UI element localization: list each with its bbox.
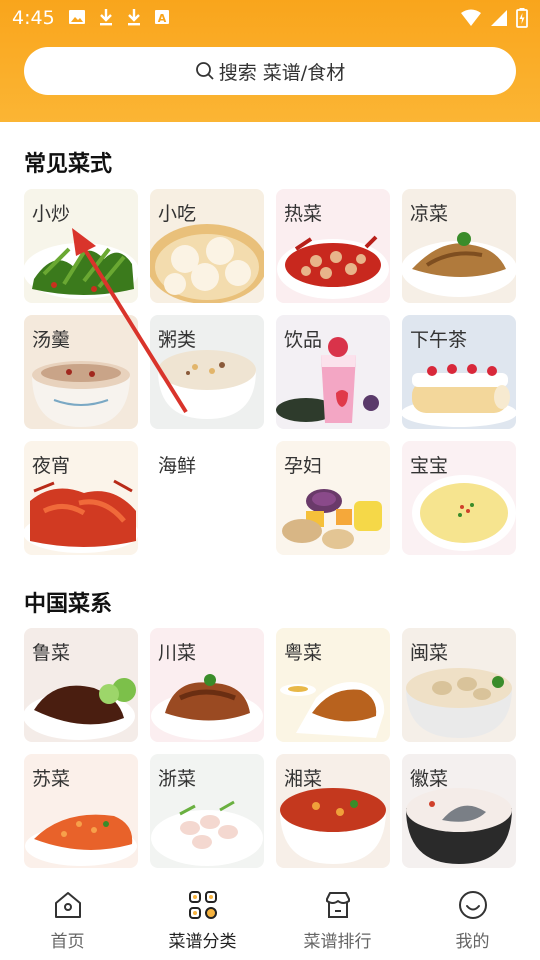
tab-label: 菜谱分类 — [168, 932, 237, 952]
category-tile-stirfry[interactable]: 小炒 — [24, 189, 138, 303]
category-tile-lu-cuisine[interactable]: 鲁菜 — [24, 628, 138, 742]
category-label: 川菜 — [158, 642, 197, 664]
category-label: 汤羹 — [32, 329, 71, 351]
category-label: 鲁菜 — [32, 642, 71, 664]
battery-icon — [516, 8, 528, 28]
bottom-tab-bar: 首页 菜谱分类 菜谱排行 我的 — [0, 877, 540, 960]
category-label: 粥类 — [158, 329, 197, 351]
category-label: 宝宝 — [410, 455, 449, 477]
tab-home[interactable]: 首页 — [0, 877, 135, 960]
category-tile-xiang-cuisine[interactable]: 湘菜 — [276, 754, 390, 868]
search-placeholder: 搜索 菜谱/食材 — [218, 61, 346, 84]
category-label: 海鲜 — [158, 455, 197, 477]
category-label: 徽菜 — [410, 768, 449, 790]
category-label: 小吃 — [158, 203, 197, 225]
smile-icon — [458, 891, 487, 919]
category-label: 湘菜 — [284, 768, 323, 790]
status-time: 4:45 — [12, 7, 55, 29]
category-label: 饮品 — [284, 329, 323, 351]
svg-text:A: A — [158, 12, 167, 25]
download-icon — [100, 9, 112, 26]
home-icon — [54, 892, 81, 918]
download-icon — [128, 9, 140, 26]
tab-recipe-ranking[interactable]: 菜谱排行 — [270, 877, 405, 960]
category-tile-snack[interactable]: 小吃 — [150, 189, 264, 303]
category-label: 夜宵 — [32, 455, 71, 477]
category-tile-pregnant[interactable]: 孕妇 — [276, 441, 390, 555]
category-tile-seafood[interactable]: 海鲜 — [150, 441, 264, 555]
category-label: 孕妇 — [284, 455, 323, 477]
header: 4:45 A 搜索 菜谱/食材 — [0, 0, 540, 122]
category-tile-su-cuisine[interactable]: 苏菜 — [24, 754, 138, 868]
category-label: 凉菜 — [410, 203, 449, 225]
tab-recipe-category[interactable]: 菜谱分类 — [135, 877, 270, 960]
category-tile-cold-dish[interactable]: 凉菜 — [402, 189, 516, 303]
category-tile-chuan-cuisine[interactable]: 川菜 — [150, 628, 264, 742]
section-title-cuisine: 中国菜系 — [24, 592, 113, 617]
category-icon — [188, 891, 217, 919]
wifi-icon — [461, 9, 481, 26]
category-label: 浙菜 — [158, 768, 197, 790]
category-tile-baby[interactable]: 宝宝 — [402, 441, 516, 555]
search-icon — [195, 62, 214, 80]
image-icon — [69, 10, 85, 24]
category-tile-yue-cuisine[interactable]: 粤菜 — [276, 628, 390, 742]
tab-mine[interactable]: 我的 — [405, 877, 540, 960]
category-label: 粤菜 — [284, 642, 323, 664]
category-tile-zhe-cuisine[interactable]: 浙菜 — [150, 754, 264, 868]
text-a-icon: A — [155, 10, 169, 25]
category-tile-hui-cuisine[interactable]: 徽菜 — [402, 754, 516, 868]
category-tile-late-snack[interactable]: 夜宵 — [24, 441, 138, 555]
category-tile-porridge[interactable]: 粥类 — [150, 315, 264, 429]
cuisine-grid: 鲁菜 川菜 粤菜 闽菜 苏菜 浙菜 湘菜 徽菜 — [24, 628, 516, 868]
tab-label: 首页 — [50, 932, 85, 952]
search-input[interactable]: 搜索 菜谱/食材 — [24, 47, 516, 95]
category-label: 闽菜 — [410, 642, 449, 664]
common-dishes-grid: 小炒 小吃 热菜 凉菜 汤羹 粥类 饮品 下午茶 夜宵 海鲜 孕妇 宝宝 — [24, 189, 516, 555]
section-title-common: 常见菜式 — [24, 152, 113, 177]
category-label: 下午茶 — [410, 329, 468, 351]
category-tile-afternoon-tea[interactable]: 下午茶 — [402, 315, 516, 429]
store-icon — [325, 892, 350, 918]
tab-label: 菜谱排行 — [303, 932, 372, 952]
signal-icon — [491, 10, 507, 26]
category-tile-hot-dish[interactable]: 热菜 — [276, 189, 390, 303]
category-label: 苏菜 — [32, 768, 71, 790]
status-bar: 4:45 A — [0, 0, 540, 38]
category-label: 小炒 — [32, 203, 71, 225]
category-label: 热菜 — [284, 203, 323, 225]
category-tile-min-cuisine[interactable]: 闽菜 — [402, 628, 516, 742]
category-tile-soup[interactable]: 汤羹 — [24, 315, 138, 429]
tab-label: 我的 — [455, 932, 490, 952]
category-tile-drink[interactable]: 饮品 — [276, 315, 390, 429]
